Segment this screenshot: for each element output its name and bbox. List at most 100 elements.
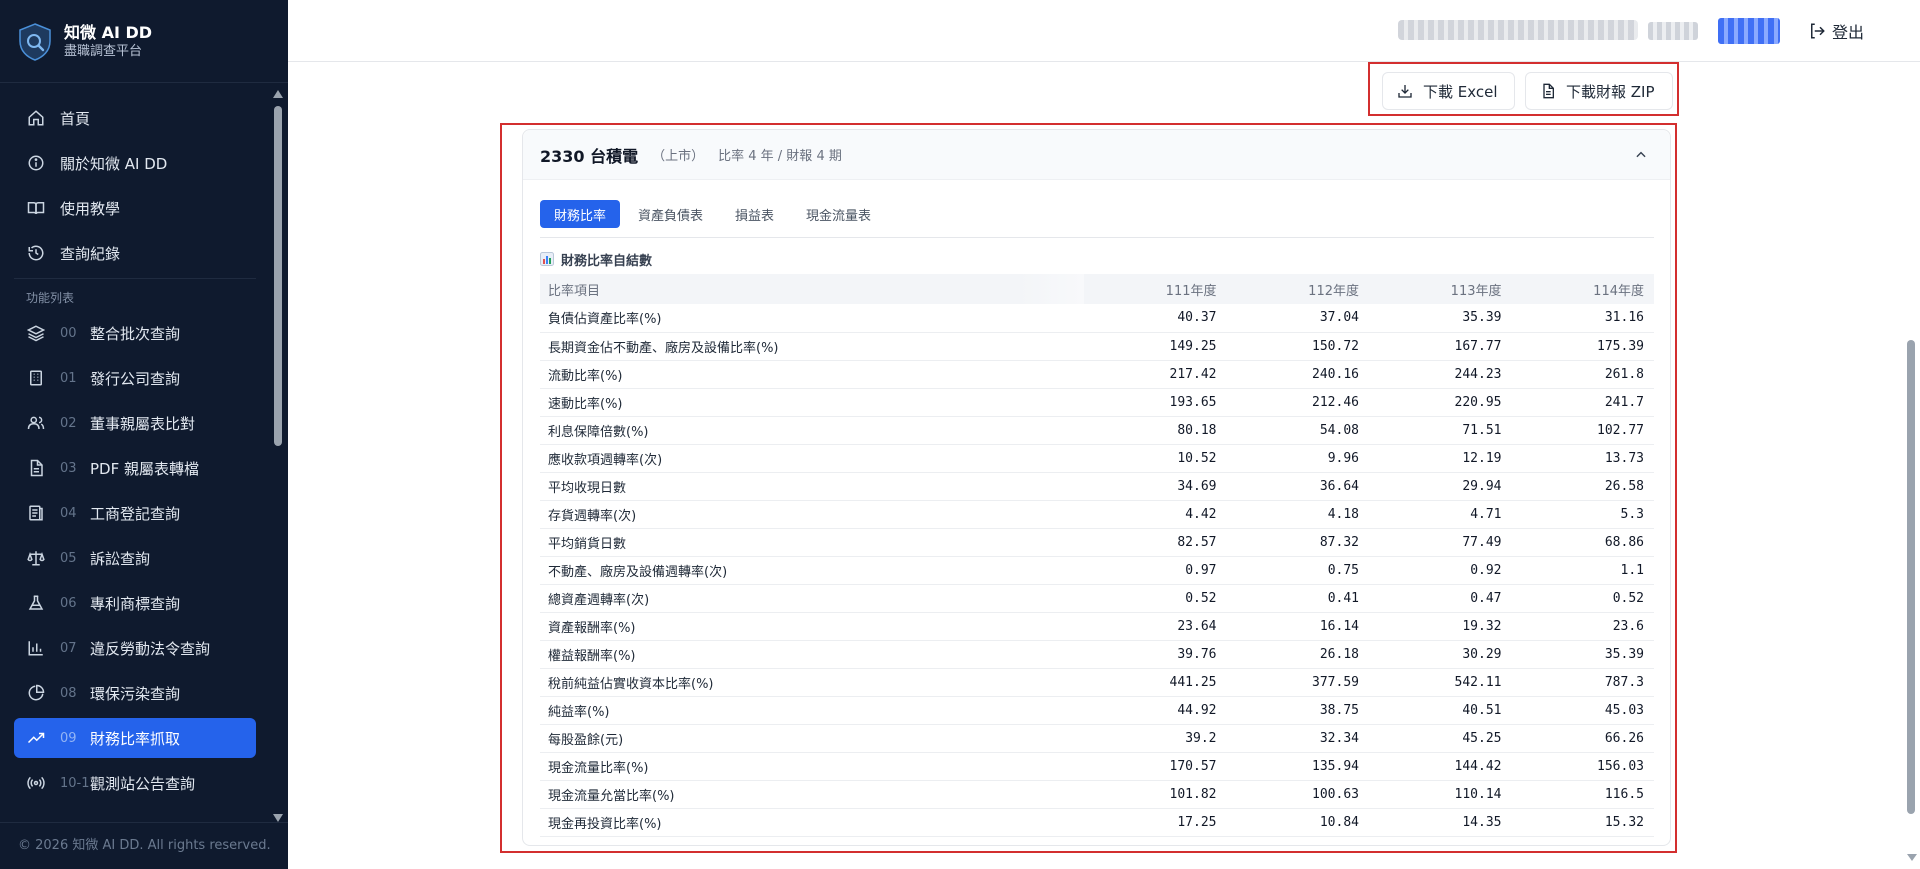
ratio-value-cell: 71.51 — [1369, 416, 1512, 445]
sidebar-item-about[interactable]: 關於知微 AI DD — [14, 143, 256, 183]
ratio-value-cell: 441.25 — [1084, 668, 1227, 697]
brand-text: 知微 AI DD 盡職調查平台 — [64, 23, 152, 61]
table-row: 現金流量允當比率(%) 101.82 100.63 110.14 116.5 — [540, 780, 1654, 809]
table-row: 利息保障倍數(%) 80.18 54.08 71.51 102.77 — [540, 416, 1654, 445]
sidebar-item-label: 違反勞動法令查詢 — [90, 639, 211, 658]
company-card-header[interactable]: 2330 台積電 （上市） 比率 4 年 / 財報 4 期 — [523, 130, 1670, 180]
ratio-value-cell: 37.04 — [1226, 304, 1369, 333]
table-row: 負債佔資產比率(%) 40.37 37.04 35.39 31.16 — [540, 304, 1654, 333]
user-name-redacted — [1648, 22, 1698, 40]
ratio-item-cell: 利息保障倍數(%) — [540, 416, 1084, 445]
ratio-item-cell: 平均銷貨日數 — [540, 528, 1084, 557]
ratio-value-cell: 10.84 — [1226, 808, 1369, 837]
user-role-badge-redacted — [1718, 18, 1780, 44]
tab-balance-sheet[interactable]: 資產負債表 — [624, 200, 717, 228]
table-body: 負債佔資產比率(%) 40.37 37.04 35.39 31.16 長期資金佔不動產、廠… — [540, 304, 1654, 837]
ratio-value-cell: 26.58 — [1511, 472, 1654, 501]
ratio-value-cell: 150.72 — [1226, 332, 1369, 361]
ratio-value-cell: 80.18 — [1084, 416, 1227, 445]
ratio-value-cell: 39.2 — [1084, 724, 1227, 753]
ratio-value-cell: 23.6 — [1511, 612, 1654, 641]
ratio-value-cell: 220.95 — [1369, 388, 1512, 417]
ratio-value-cell: 12.19 — [1369, 444, 1512, 473]
sidebar-item-issuer[interactable]: 01 發行公司查詢 — [14, 358, 256, 398]
ratio-item-cell: 應收款項週轉率(次) — [540, 444, 1084, 473]
table-row: 存貨週轉率(次) 4.42 4.18 4.71 5.3 — [540, 500, 1654, 529]
ratio-value-cell: 135.94 — [1226, 752, 1369, 781]
logout-button[interactable]: 登出 — [1808, 18, 1864, 44]
ratio-value-cell: 244.23 — [1369, 360, 1512, 389]
sidebar-item-label: 財務比率抓取 — [90, 729, 181, 748]
download-excel-button[interactable]: 下載 Excel — [1382, 72, 1515, 110]
sidebar-item-label: 工商登記查詢 — [90, 504, 181, 523]
book-icon — [26, 198, 46, 218]
column-header: 113年度 — [1369, 274, 1512, 304]
ratio-value-cell: 77.49 — [1369, 528, 1512, 557]
sidebar-item-patent-trademark[interactable]: 06 專利商標查詢 — [14, 583, 256, 623]
ratio-value-cell: 54.08 — [1226, 416, 1369, 445]
ratio-value-cell: 15.32 — [1511, 808, 1654, 837]
sidebar-item-label: PDF 親屬表轉檔 — [90, 459, 199, 478]
layers-icon — [26, 323, 46, 343]
ratio-value-cell: 35.39 — [1369, 304, 1512, 333]
table-row: 每股盈餘(元) 39.2 32.34 45.25 66.26 — [540, 724, 1654, 753]
ratio-item-cell: 存貨週轉率(次) — [540, 500, 1084, 529]
sidebar-item-batch[interactable]: 00 整合批次查詢 — [14, 313, 256, 353]
sidebar-item-mops-announcement[interactable]: 10-1 觀測站公告查詢 — [14, 763, 256, 803]
ratio-value-cell: 170.57 — [1084, 752, 1227, 781]
ratio-value-cell: 4.71 — [1369, 500, 1512, 529]
tab-income-statement[interactable]: 損益表 — [721, 200, 788, 228]
scroll-down-arrow-icon[interactable] — [1907, 854, 1917, 861]
sidebar-scrollbar[interactable] — [270, 86, 286, 822]
listing-tag: （上市） — [652, 149, 705, 164]
sidebar-item-label: 關於知微 AI DD — [60, 154, 168, 173]
sidebar-item-director-relatives[interactable]: 02 董事親屬表比對 — [14, 403, 256, 443]
ratio-value-cell: 156.03 — [1511, 752, 1654, 781]
ratio-value-cell: 38.75 — [1226, 696, 1369, 725]
section-title: 財務比率自結數 — [540, 248, 652, 270]
feature-number: 01 — [60, 370, 77, 386]
ratio-value-cell: 45.03 — [1511, 696, 1654, 725]
ratio-value-cell: 19.32 — [1369, 612, 1512, 641]
flask-icon — [26, 593, 46, 613]
scroll-up-arrow-icon[interactable] — [273, 90, 283, 98]
ratio-value-cell: 212.46 — [1226, 388, 1369, 417]
ratio-value-cell: 240.16 — [1226, 360, 1369, 389]
chevron-up-icon[interactable] — [1634, 148, 1648, 162]
company-card-highlight: 2330 台積電 （上市） 比率 4 年 / 財報 4 期 財務比率 資產負債表… — [500, 123, 1677, 853]
sidebar-item-label: 使用教學 — [60, 199, 121, 218]
sidebar-item-litigation[interactable]: 05 訴訟查詢 — [14, 538, 256, 578]
sidebar-item-history[interactable]: 查詢紀錄 — [14, 233, 256, 273]
scroll-down-arrow-icon[interactable] — [273, 814, 283, 822]
app-root: 知微 AI DD 盡職調查平台 首頁 關於知微 AI DD 使用教學 查詢紀錄 — [0, 0, 1920, 869]
download-zip-button[interactable]: 下載財報 ZIP — [1525, 72, 1673, 110]
scrollbar-thumb[interactable] — [1907, 340, 1915, 814]
ratio-value-cell: 36.64 — [1226, 472, 1369, 501]
tab-financial-ratio[interactable]: 財務比率 — [540, 200, 621, 228]
ratio-value-cell: 149.25 — [1084, 332, 1227, 361]
tab-cash-flow[interactable]: 現金流量表 — [792, 200, 885, 228]
ratio-value-cell: 102.77 — [1511, 416, 1654, 445]
sidebar-item-labor-violation[interactable]: 07 違反勞動法令查詢 — [14, 628, 256, 668]
ratio-value-cell: 5.3 — [1511, 500, 1654, 529]
ratio-value-cell: 40.37 — [1084, 304, 1227, 333]
sidebar-item-pdf-convert[interactable]: 03 PDF 親屬表轉檔 — [14, 448, 256, 488]
sidebar-item-financial-ratio[interactable]: 09 財務比率抓取 — [14, 718, 256, 758]
sidebar-item-environmental[interactable]: 08 環保污染查詢 — [14, 673, 256, 713]
brand[interactable]: 知微 AI DD 盡職調查平台 — [18, 20, 152, 64]
table-row: 總資產週轉率(次) 0.52 0.41 0.47 0.52 — [540, 584, 1654, 613]
ratio-value-cell: 116.5 — [1511, 780, 1654, 809]
main-scrollbar[interactable] — [1902, 62, 1920, 869]
ratio-value-cell: 0.92 — [1369, 556, 1512, 585]
table-row: 長期資金佔不動產、廠房及設備比率(%) 149.25 150.72 167.77 175… — [540, 332, 1654, 361]
sidebar-item-business-registry[interactable]: 04 工商登記查詢 — [14, 493, 256, 533]
sidebar-item-home[interactable]: 首頁 — [14, 98, 256, 138]
sidebar-item-tutorial[interactable]: 使用教學 — [14, 188, 256, 228]
users-icon — [26, 413, 46, 433]
table-row: 不動產、廠房及設備週轉率(次) 0.97 0.75 0.92 1.1 — [540, 556, 1654, 585]
sidebar-item-label: 發行公司查詢 — [90, 369, 181, 388]
nav-divider — [14, 278, 256, 279]
scrollbar-thumb[interactable] — [274, 106, 282, 446]
ratio-value-cell: 34.69 — [1084, 472, 1227, 501]
feature-number: 09 — [60, 730, 77, 746]
